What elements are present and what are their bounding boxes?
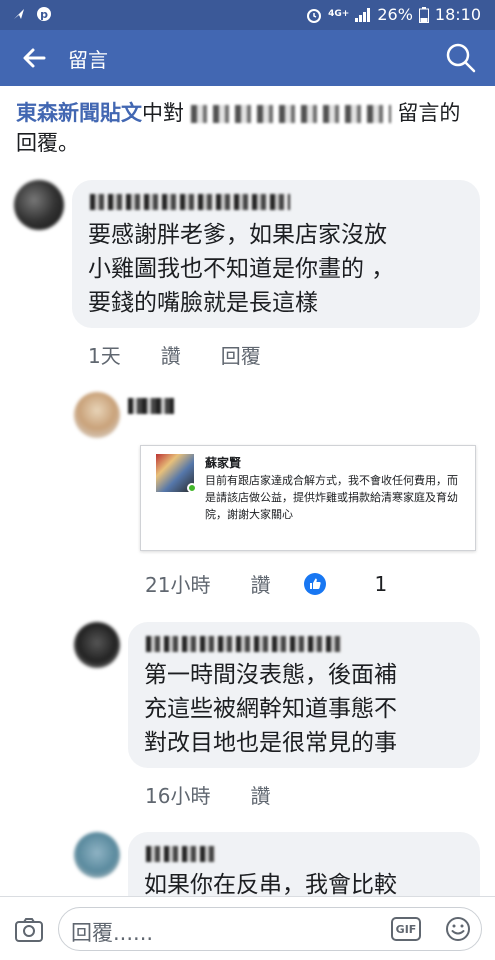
redacted-replier-name[interactable] <box>128 398 174 414</box>
camera-icon[interactable] <box>14 917 44 943</box>
like-button[interactable]: 讚 <box>250 569 270 598</box>
battery-percent: 26% <box>377 5 413 24</box>
battery-icon <box>418 6 429 23</box>
comment-actions: 21小時 讚 1 <box>145 569 387 598</box>
shared-image-card[interactable]: 蘇家賢 目前有跟店家達成合解方式，我不會收任何費用，而是請該店做公益，提供炸雞或… <box>140 445 476 551</box>
comment-text: 第一時間沒表態，後面補 充這些被網幹知道事態不 對改目地也是很常見的事 <box>144 662 397 756</box>
reply-button[interactable]: 回覆 <box>221 340 261 369</box>
navigation-arrow-icon <box>14 9 24 19</box>
comment-text: 要感謝胖老爹，如果店家沒放 小雞圖我也不知道是你畫的 ， 要錢的嘴臉就是長這樣 <box>88 222 395 316</box>
back-arrow-icon[interactable] <box>20 44 48 72</box>
like-count[interactable]: 1 <box>304 572 387 596</box>
like-button[interactable]: 讚 <box>161 340 181 369</box>
redacted-commenter-name[interactable] <box>146 846 216 862</box>
thumbs-up-icon <box>304 572 327 595</box>
comment-bubble: 要感謝胖老爹，如果店家沒放 小雞圖我也不知道是你畫的 ， 要錢的嘴臉就是長這樣 <box>72 180 480 328</box>
emoji-icon[interactable] <box>445 916 471 942</box>
comment-time: 1天 <box>88 344 121 368</box>
redacted-commenter-name[interactable] <box>90 194 290 210</box>
reply-input[interactable]: 回覆...... GIF <box>58 907 482 951</box>
search-icon[interactable] <box>445 42 477 74</box>
page-title: 留言 <box>68 48 108 72</box>
app-header: 留言 <box>0 30 495 86</box>
comment-bubble: 第一時間沒表態，後面補 充這些被網幹知道事態不 對改目地也是很常見的事 <box>128 622 480 768</box>
comment-actions: 1天 讚 回覆 <box>88 340 301 369</box>
signal-icon <box>355 7 371 22</box>
reply-placeholder: 回覆...... <box>71 921 154 945</box>
comment-actions: 16小時 讚 <box>145 780 310 809</box>
svg-text:p: p <box>40 8 48 21</box>
reply-composer: 回覆...... GIF <box>0 896 495 960</box>
avatar[interactable] <box>14 180 64 230</box>
online-status-dot <box>187 483 197 493</box>
comment-time: 16小時 <box>145 784 211 808</box>
network-label: 4G+ <box>328 9 350 19</box>
comment-time: 21小時 <box>145 573 211 597</box>
avatar[interactable] <box>74 622 120 668</box>
status-bar: p 4G+ 26% 18:10 <box>0 0 495 30</box>
context-prefix: 中對 <box>142 101 184 125</box>
clock: 18:10 <box>434 5 481 24</box>
pinterest-icon: p <box>37 7 51 21</box>
like-button[interactable]: 讚 <box>250 780 270 809</box>
gif-button[interactable]: GIF <box>391 917 421 941</box>
post-context: 東森新聞貼文中對 留言的回覆。 <box>16 98 481 158</box>
page-link[interactable]: 東森新聞貼文 <box>16 101 142 125</box>
like-count-value: 1 <box>374 571 388 596</box>
avatar[interactable] <box>74 392 120 438</box>
redacted-username <box>190 105 391 123</box>
card-message: 目前有跟店家達成合解方式，我不會收任何費用，而是請該店做公益，提供炸雞或捐款給清… <box>205 474 458 521</box>
card-author-name: 蘇家賢 <box>205 456 242 470</box>
redacted-commenter-name[interactable] <box>146 636 342 652</box>
avatar[interactable] <box>74 832 120 878</box>
alarm-icon <box>307 8 322 23</box>
